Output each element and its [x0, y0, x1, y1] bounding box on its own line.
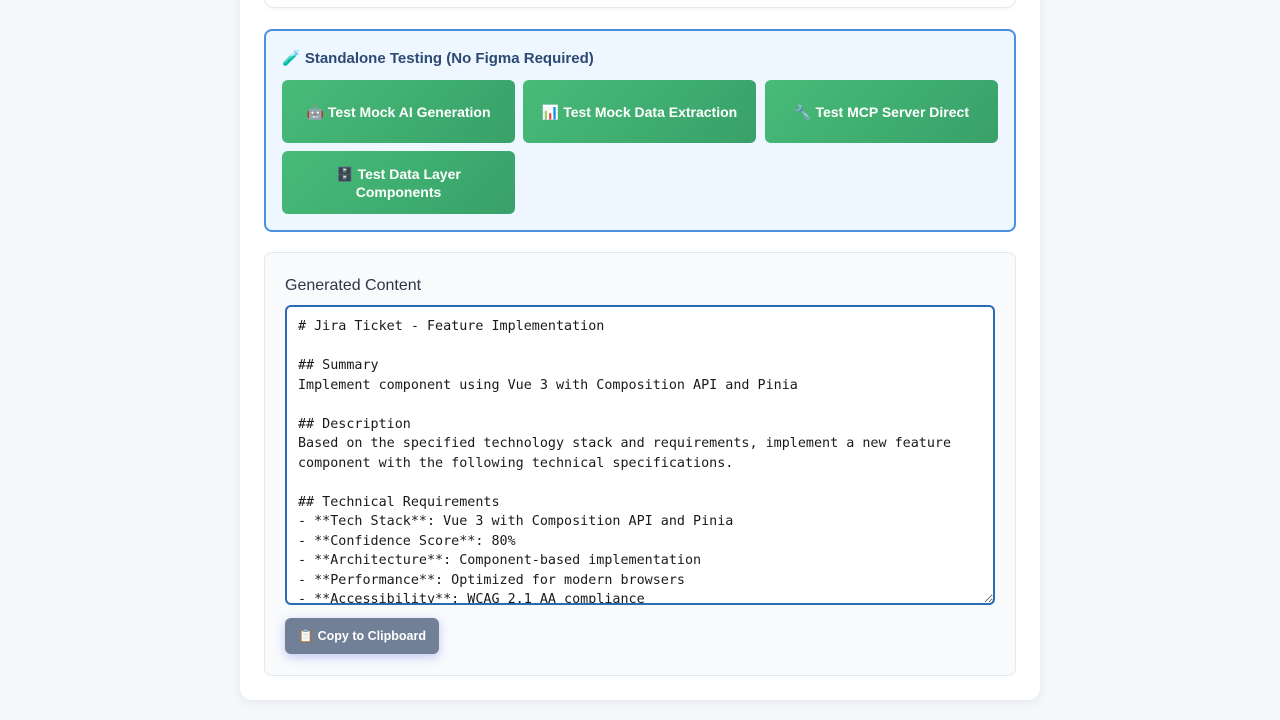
copy-button-label: Copy to Clipboard [317, 629, 426, 643]
previous-section-panel [264, 0, 1016, 8]
generated-content-title: Generated Content [285, 277, 422, 294]
test-data-layer-components-button[interactable]: 🗄️ Test Data Layer Components [282, 151, 515, 214]
button-label: Test Mock Data Extraction [563, 103, 738, 120]
copy-to-clipboard-button[interactable]: 📋 Copy to Clipboard [285, 618, 439, 654]
button-label: Test Data Layer Components [355, 165, 461, 200]
clipboard-icon: 📋 [298, 628, 314, 643]
wrench-icon: 🔧 [794, 103, 812, 120]
file-cabinet-icon: 🗄️ [336, 165, 354, 182]
generated-content-textarea[interactable]: # Jira Ticket - Feature Implementation #… [285, 305, 995, 605]
test-mcp-server-direct-button[interactable]: 🔧 Test MCP Server Direct [765, 80, 998, 143]
test-mock-data-extraction-button[interactable]: 📊 Test Mock Data Extraction [523, 80, 756, 143]
robot-icon: 🤖 [306, 103, 324, 120]
test-mock-ai-generation-button[interactable]: 🤖 Test Mock AI Generation [282, 80, 515, 143]
generated-content-panel: Generated Content # Jira Ticket - Featur… [264, 252, 1016, 676]
standalone-testing-title: 🧪 Standalone Testing (No Figma Required) [282, 50, 594, 67]
standalone-testing-panel: 🧪 Standalone Testing (No Figma Required)… [264, 29, 1016, 232]
button-label: Test Mock AI Generation [327, 103, 491, 120]
button-label: Test MCP Server Direct [815, 103, 969, 120]
bar-chart-icon: 📊 [541, 103, 560, 120]
